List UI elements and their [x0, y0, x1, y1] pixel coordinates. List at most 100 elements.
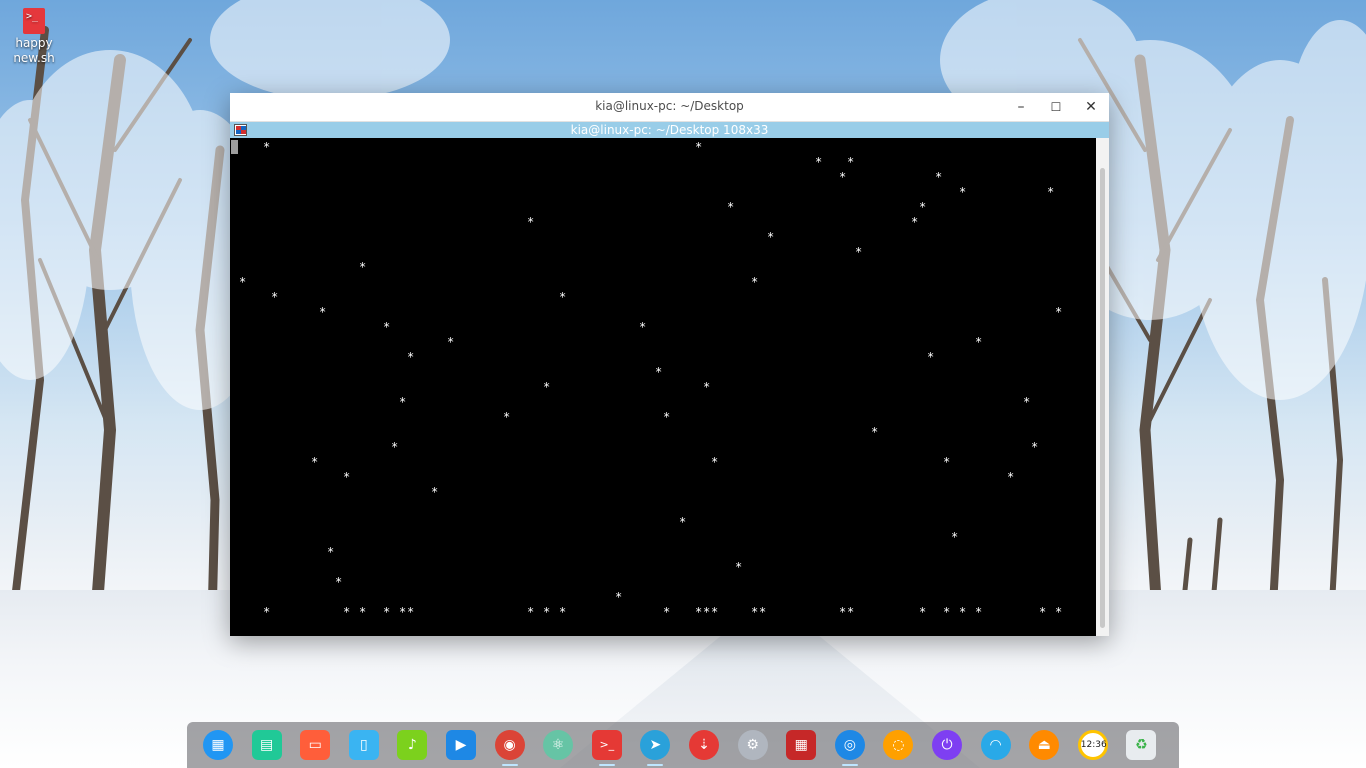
terminal-star: * — [327, 545, 335, 559]
terminal-star: * — [343, 470, 351, 484]
terminal-star: * — [975, 605, 983, 619]
window-title: kia@linux-pc: ~/Desktop — [595, 99, 744, 113]
terminal-star: * — [703, 380, 711, 394]
compass-icon[interactable]: ◎ — [834, 730, 865, 760]
terminal-star: * — [1055, 605, 1063, 619]
terminal-star: * — [839, 605, 847, 619]
terminal-star: * — [263, 605, 271, 619]
terminal-star: * — [359, 260, 367, 274]
terminal-star: * — [1007, 470, 1015, 484]
terminal-star: * — [271, 290, 279, 304]
terminal-star: * — [527, 605, 535, 619]
terminal-star: * — [679, 515, 687, 529]
folder-icon[interactable]: ▯ — [348, 730, 379, 760]
terminal-star: * — [407, 605, 415, 619]
eject-icon[interactable]: ⏏ — [1029, 730, 1060, 760]
terminal-star: * — [391, 440, 399, 454]
terminal-star: * — [319, 305, 327, 319]
terminal-star: * — [839, 170, 847, 184]
terminal-star: * — [927, 350, 935, 364]
music-icon[interactable]: ♪ — [397, 730, 428, 760]
text-cursor — [231, 140, 238, 154]
terminal-star: * — [759, 605, 767, 619]
terminal-star: * — [1039, 605, 1047, 619]
terminal-star: * — [559, 605, 567, 619]
terminal-star: * — [943, 455, 951, 469]
terminal-star: * — [847, 605, 855, 619]
terminal-star: * — [343, 605, 351, 619]
terminal-icon[interactable]: >_ — [591, 730, 622, 760]
terminal-star: * — [751, 275, 759, 289]
terminal-star: * — [527, 215, 535, 229]
minimize-button[interactable]: – — [1010, 97, 1032, 117]
archive-icon[interactable]: ⇣ — [689, 730, 719, 760]
terminal-star: * — [871, 425, 879, 439]
terminal-star: * — [711, 605, 719, 619]
power-icon[interactable]: ⏻ — [932, 730, 962, 760]
terminal-star: * — [711, 455, 719, 469]
terminal-star: * — [975, 335, 983, 349]
terminal-star: * — [1055, 305, 1063, 319]
video-icon[interactable]: ▶ — [446, 730, 476, 760]
close-button[interactable]: ✕ — [1080, 97, 1102, 117]
maximize-button[interactable]: ☐ — [1045, 97, 1067, 117]
terminal-star: * — [751, 605, 759, 619]
terminal-star: * — [847, 155, 855, 169]
terminal-scrollbar[interactable] — [1096, 138, 1109, 636]
recorder-icon[interactable]: ▭ — [300, 730, 331, 760]
wifi-icon[interactable]: ◠ — [980, 730, 1011, 760]
terminal-star: * — [335, 575, 343, 589]
terminal-star: * — [543, 380, 551, 394]
desktop-file-happy-new-sh[interactable]: >_ happy new.sh — [12, 8, 56, 66]
clock-icon[interactable]: 12:36 — [1077, 730, 1108, 760]
terminal-output[interactable]: * * * * * * * * * * * * * * * * * * * * * * * * * * * * * * * * * * * * * * * *… — [230, 138, 1096, 636]
terminal-star: * — [855, 245, 863, 259]
terminal-star: * — [911, 215, 919, 229]
terminal-star: * — [399, 605, 407, 619]
terminal-star: * — [383, 320, 391, 334]
terminal-star: * — [663, 605, 671, 619]
terminal-window[interactable]: kia@linux-pc: ~/Desktop – ☐ ✕ kia@linux-… — [230, 93, 1109, 636]
terminal-star: * — [407, 350, 415, 364]
desktop-background: >_ happy new.sh kia@linux-pc: ~/Desktop … — [0, 0, 1366, 768]
terminal-star: * — [815, 155, 823, 169]
terminal-star: * — [359, 605, 367, 619]
terminal-star: * — [919, 200, 927, 214]
chrome-icon[interactable]: ◉ — [494, 730, 525, 760]
terminal-star: * — [1031, 440, 1039, 454]
terminal-star: * — [503, 410, 511, 424]
active-indicator — [647, 764, 664, 766]
terminal-star: * — [447, 335, 455, 349]
launcher-icon[interactable]: ▦ — [203, 730, 233, 760]
update-icon[interactable]: ◌ — [883, 730, 914, 760]
terminal-star: * — [1023, 395, 1031, 409]
terminal-star: * — [655, 365, 663, 379]
terminal-star: * — [703, 605, 711, 619]
dock: ▦ ▤ ▭ ▯ ♪ ▶ ◉ ⚛ >_ ➤ ⇣ ⚙ ▦ ◎ ◌ ⏻ ◠ ⏏ 12:36 ♻ — [187, 722, 1179, 768]
terminal-star: * — [919, 605, 927, 619]
terminal-star: * — [695, 140, 703, 154]
terminal-star: * — [1047, 185, 1055, 199]
terminal-tab-bar[interactable]: kia@linux-pc: ~/Desktop 108x33 — [230, 122, 1109, 138]
terminal-star: * — [767, 230, 775, 244]
active-indicator — [501, 764, 518, 766]
scrollbar-thumb[interactable] — [1100, 168, 1105, 628]
window-titlebar[interactable]: kia@linux-pc: ~/Desktop – ☐ ✕ — [230, 93, 1109, 122]
terminal-star: * — [663, 410, 671, 424]
terminal-star: * — [959, 185, 967, 199]
terminal-star: * — [959, 605, 967, 619]
terminal-star: * — [311, 455, 319, 469]
telegram-icon[interactable]: ➤ — [640, 730, 671, 760]
terminal-star: * — [951, 530, 959, 544]
terminal-star: * — [543, 605, 551, 619]
multitask-icon[interactable]: ▤ — [251, 730, 282, 760]
terminal-star: * — [727, 200, 735, 214]
atom-icon[interactable]: ⚛ — [543, 730, 574, 760]
terminal-star: * — [639, 320, 647, 334]
trash-icon[interactable]: ♻ — [1126, 730, 1157, 760]
settings-icon[interactable]: ⚙ — [737, 730, 768, 760]
terminal-star: * — [399, 395, 407, 409]
terminal-tab-title: kia@linux-pc: ~/Desktop 108x33 — [570, 123, 769, 137]
grid-icon[interactable]: ▦ — [786, 730, 817, 760]
terminal-star: * — [431, 485, 439, 499]
